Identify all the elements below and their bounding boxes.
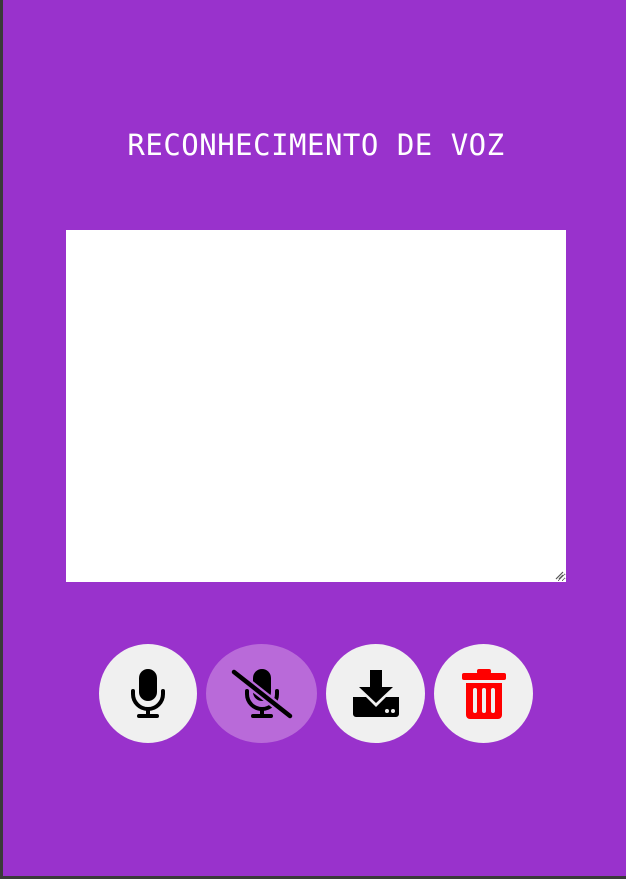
stop-recording-button[interactable] xyxy=(206,644,317,743)
start-recording-button[interactable] xyxy=(99,644,197,743)
download-button[interactable] xyxy=(326,644,425,743)
trash-icon xyxy=(461,668,506,719)
page-title: RECONHECIMENTO DE VOZ xyxy=(127,128,505,162)
microphone-icon xyxy=(131,668,165,718)
download-icon xyxy=(352,669,399,717)
clear-button[interactable] xyxy=(434,644,533,743)
transcript-textarea[interactable] xyxy=(66,230,566,582)
microphone-slash-icon xyxy=(229,667,294,720)
